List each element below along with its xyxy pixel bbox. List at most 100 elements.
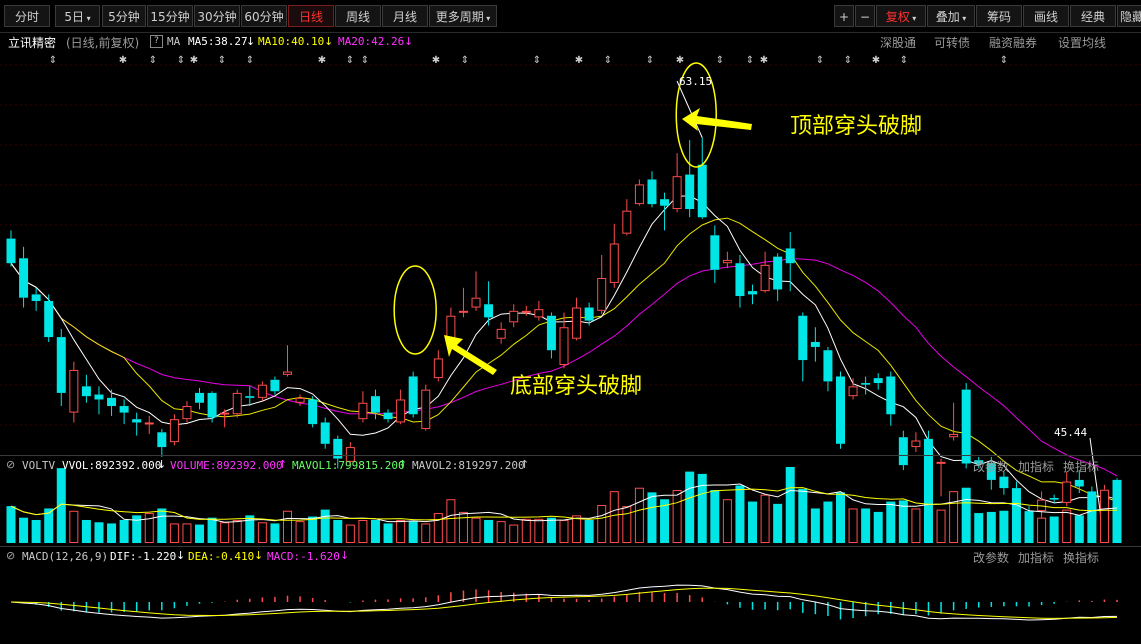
candle[interactable] [546, 312, 556, 359]
overlay-button[interactable]: 叠加 ▾ [927, 5, 975, 27]
tab-week[interactable]: 周线 [335, 5, 381, 27]
candle[interactable] [295, 394, 305, 407]
candle[interactable] [848, 378, 858, 400]
macd-switch-indicator[interactable]: 换指标 [1063, 549, 1099, 566]
candle[interactable] [710, 225, 720, 283]
candle[interactable] [836, 371, 845, 449]
candle[interactable] [999, 471, 1009, 495]
candle[interactable] [534, 300, 544, 321]
candle[interactable] [132, 412, 142, 436]
event-marker[interactable]: ⇕ [1000, 55, 1008, 66]
candle[interactable] [559, 312, 569, 369]
close-panel-icon[interactable]: ⊘ [6, 458, 15, 471]
volume-bars[interactable] [6, 467, 1122, 544]
candle[interactable] [861, 376, 871, 395]
draw-line-button[interactable]: 画线 [1023, 5, 1069, 27]
candle[interactable] [911, 432, 921, 452]
candle[interactable] [748, 284, 758, 305]
candle[interactable] [245, 386, 255, 407]
zoom-out-button[interactable]: − [855, 5, 875, 27]
candle[interactable] [433, 350, 443, 382]
candle[interactable] [44, 294, 54, 343]
vol-switch-indicator[interactable]: 换指标 [1063, 458, 1099, 475]
candle[interactable] [182, 401, 192, 423]
vol-edit-params[interactable]: 改参数 [973, 458, 1009, 475]
event-marker[interactable]: ⇕ [604, 55, 612, 66]
candle[interactable] [597, 255, 607, 315]
event-marker[interactable]: ✱ [119, 55, 127, 66]
zoom-in-button[interactable]: + [834, 5, 854, 27]
candle[interactable] [207, 391, 217, 423]
candle[interactable] [873, 373, 883, 390]
event-marker[interactable]: ⇕ [49, 55, 57, 66]
candle[interactable] [810, 327, 820, 362]
candle[interactable] [56, 328, 66, 407]
event-marker[interactable]: ⇕ [361, 55, 369, 66]
candle[interactable] [408, 371, 418, 418]
classic-button[interactable]: 经典 [1070, 5, 1116, 27]
event-marker[interactable]: ⇕ [533, 55, 541, 66]
candle[interactable] [1062, 471, 1072, 507]
candle[interactable] [735, 255, 745, 308]
candle[interactable] [270, 376, 280, 395]
chips-button[interactable]: 筹码 [976, 5, 1022, 27]
event-marker[interactable]: ✱ [432, 55, 440, 66]
candle[interactable] [458, 287, 468, 318]
candle[interactable] [760, 251, 770, 293]
candlesticks[interactable] [6, 137, 1122, 543]
tab-fenshi[interactable]: 分时 [4, 5, 50, 27]
event-marker[interactable]: ⇕ [218, 55, 226, 66]
event-marker[interactable]: ⇕ [816, 55, 824, 66]
restore-rights-button[interactable]: 复权 ▾ [876, 5, 926, 27]
tab-15min[interactable]: 15分钟 [147, 5, 193, 27]
close-panel-icon[interactable]: ⊘ [6, 549, 15, 562]
candle[interactable] [886, 371, 896, 426]
candle[interactable] [320, 417, 330, 449]
hide-button[interactable]: 隐藏 [1117, 5, 1141, 27]
event-marker[interactable]: ✱ [190, 55, 198, 66]
candle[interactable] [949, 402, 959, 441]
link-margin[interactable]: 融资融券 [989, 34, 1037, 51]
event-marker[interactable]: ✱ [318, 55, 326, 66]
event-marker[interactable]: ✱ [676, 55, 684, 66]
candle[interactable] [773, 253, 783, 301]
event-marker[interactable]: ⇕ [716, 55, 724, 66]
tab-5min[interactable]: 5分钟 [102, 5, 146, 27]
event-marker[interactable]: ⇕ [461, 55, 469, 66]
candle[interactable] [157, 429, 167, 457]
candle[interactable] [685, 140, 695, 218]
candle[interactable] [119, 399, 129, 425]
candle[interactable] [634, 179, 644, 206]
tab-more-periods[interactable]: 更多周期 ▾ [429, 5, 497, 27]
event-marker[interactable]: ⇕ [346, 55, 354, 66]
event-marker[interactable]: ⇕ [746, 55, 754, 66]
candle[interactable] [421, 384, 431, 431]
candle[interactable] [6, 230, 16, 267]
candle[interactable] [672, 153, 682, 213]
candle[interactable] [697, 137, 707, 219]
candle[interactable] [232, 389, 242, 418]
event-marker[interactable]: ⇕ [149, 55, 157, 66]
event-marker[interactable]: ⇕ [177, 55, 185, 66]
candle[interactable] [169, 414, 179, 446]
help-icon[interactable]: ? [150, 35, 163, 48]
candle[interactable] [283, 345, 292, 377]
event-marker[interactable]: ✱ [760, 55, 768, 66]
link-ma-settings[interactable]: 设置均线 [1058, 34, 1106, 51]
candle[interactable] [383, 409, 393, 423]
event-marker[interactable]: ⇕ [844, 55, 852, 66]
candle[interactable] [572, 297, 582, 341]
event-marker[interactable]: ✱ [575, 55, 583, 66]
candle[interactable] [81, 374, 91, 403]
candle[interactable] [358, 391, 368, 423]
candle[interactable] [496, 322, 506, 344]
link-convertible[interactable]: 可转债 [934, 34, 970, 51]
candle[interactable] [798, 312, 808, 382]
candle[interactable] [94, 386, 104, 415]
candle[interactable] [471, 271, 481, 311]
candle[interactable] [722, 251, 732, 269]
candle[interactable] [195, 387, 205, 410]
candle[interactable] [31, 287, 41, 311]
candle[interactable] [647, 171, 657, 208]
candle[interactable] [69, 361, 79, 423]
